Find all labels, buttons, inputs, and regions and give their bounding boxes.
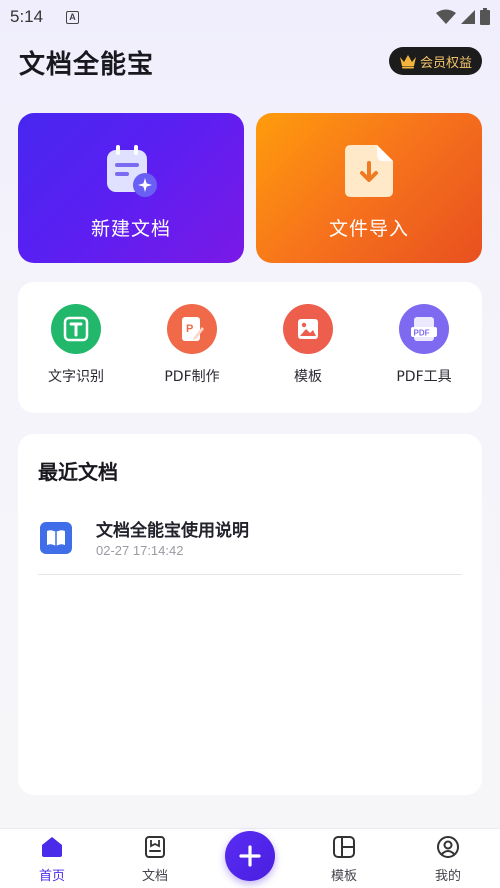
- member-benefits-label: 会员权益: [419, 55, 472, 71]
- status-time: 5:14: [10, 7, 44, 26]
- tool-label: 模板: [294, 369, 322, 385]
- tool-label: PDF制作: [164, 369, 220, 385]
- new-document-card[interactable]: 新建文档: [18, 113, 244, 263]
- tool-pdf-make[interactable]: P PDF制作: [134, 304, 250, 386]
- signal-icon: [461, 9, 475, 24]
- nav-docs-label: 文档: [141, 869, 168, 884]
- image-template-icon: [283, 304, 333, 354]
- import-file-icon: [343, 143, 395, 203]
- template-icon: [333, 836, 355, 858]
- nav-docs[interactable]: 文档: [120, 835, 190, 884]
- member-benefits-button[interactable]: 会员权益: [389, 47, 482, 75]
- new-document-label: 新建文档: [90, 218, 171, 240]
- profile-icon: [437, 836, 459, 858]
- svg-text:P: P: [186, 323, 193, 335]
- plus-icon: [239, 845, 261, 867]
- notification-icon: A: [66, 11, 79, 24]
- nav-home[interactable]: 首页: [17, 835, 87, 884]
- document-icon: [145, 836, 165, 858]
- import-file-label: 文件导入: [328, 218, 409, 240]
- tool-label: 文字识别: [48, 369, 104, 385]
- nav-home-label: 首页: [38, 869, 65, 884]
- nav-templates[interactable]: 模板: [309, 835, 379, 884]
- add-button[interactable]: [225, 831, 275, 881]
- app-title: 文档全能宝: [19, 50, 155, 80]
- home-icon: [42, 837, 62, 857]
- list-item[interactable]: 文档全能宝使用说明 02-27 17:14:42: [38, 512, 462, 575]
- book-icon: [40, 522, 72, 554]
- pdf-edit-icon: P: [167, 304, 217, 354]
- import-file-card[interactable]: 文件导入: [256, 113, 482, 263]
- pdf-file-icon: PDF: [399, 304, 449, 354]
- recent-documents-panel: 最近文档 文档全能宝使用说明 02-27 17:14:42: [18, 434, 482, 795]
- text-recognition-icon: [51, 304, 101, 354]
- tool-text-recognition[interactable]: 文字识别: [18, 304, 134, 386]
- document-time: 02-27 17:14:42: [96, 543, 184, 558]
- crown-icon: [399, 55, 416, 69]
- status-bar: 5:14 A: [0, 0, 500, 34]
- document-name: 文档全能宝使用说明: [96, 521, 249, 541]
- new-document-icon: [103, 143, 159, 203]
- nav-mine-label: 我的: [434, 869, 461, 884]
- tool-pdf-tools[interactable]: PDF PDF工具: [366, 304, 482, 386]
- recent-documents-title: 最近文档: [38, 460, 118, 484]
- battery-icon: [480, 8, 490, 25]
- svg-text:PDF: PDF: [414, 329, 430, 338]
- nav-templates-label: 模板: [330, 869, 357, 884]
- nav-mine[interactable]: 我的: [413, 835, 483, 884]
- tool-templates[interactable]: 模板: [250, 304, 366, 386]
- wifi-icon: [436, 9, 456, 24]
- status-icons: [436, 8, 490, 25]
- tools-panel: 文字识别 P PDF制作 模板 PDF PDF工具: [18, 282, 482, 413]
- tool-label: PDF工具: [396, 369, 452, 385]
